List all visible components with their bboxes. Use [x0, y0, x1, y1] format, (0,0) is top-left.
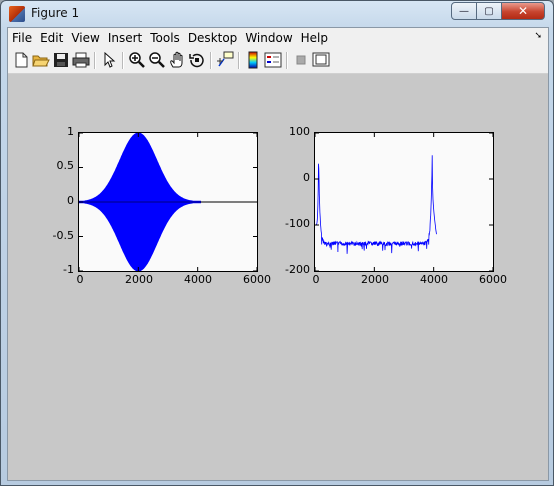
subplot-1-ytick: -0.5 [52, 229, 74, 242]
subplot-2-xtick: 4000 [420, 273, 448, 286]
pan-hand-icon[interactable] [168, 51, 186, 69]
menu-dock-arrow-icon[interactable]: ➘ [534, 31, 542, 41]
close-icon: ✕ [517, 4, 529, 18]
subplot-1-xtick: 2000 [125, 273, 153, 286]
subplot-1-ytick: 0 [67, 194, 74, 207]
toolbar-separator [238, 52, 240, 69]
subplot-2-ytick: 0 [303, 171, 310, 184]
zoom-out-icon[interactable] [148, 51, 166, 69]
spectrum-line [315, 155, 437, 254]
subplot-1-ytick: 1 [67, 125, 74, 138]
minimize-icon: — [459, 5, 469, 17]
menu-edit[interactable]: Edit [36, 28, 67, 48]
toolbar-separator [210, 52, 212, 69]
menu-tools[interactable]: Tools [146, 28, 184, 48]
subplot-1-axes[interactable] [78, 132, 258, 272]
menu-bar: File Edit View Insert Tools Desktop Wind… [8, 28, 548, 48]
subplot-2-ytick: -100 [285, 217, 310, 230]
figure-canvas[interactable]: 1 0.5 0 -0.5 -1 0 2000 4000 6000 100 0 -… [8, 74, 548, 480]
window-title: Figure 1 [31, 6, 80, 20]
figure-toolbar [8, 48, 548, 74]
new-figure-icon[interactable] [12, 51, 30, 69]
subplot-2-xtick: 2000 [361, 273, 389, 286]
close-button[interactable]: ✕ [501, 2, 545, 20]
toolbar-separator [122, 52, 124, 69]
legend-icon[interactable] [264, 51, 282, 69]
menu-help[interactable]: Help [297, 28, 332, 48]
toolbar-separator [94, 52, 96, 69]
save-icon[interactable] [52, 51, 70, 69]
subplot-2-axes[interactable] [314, 132, 494, 272]
figure-client-area: File Edit View Insert Tools Desktop Wind… [7, 27, 549, 481]
show-plot-tools-icon[interactable] [312, 51, 330, 69]
menu-window[interactable]: Window [241, 28, 296, 48]
pointer-icon[interactable] [100, 51, 118, 69]
maximize-button[interactable]: ▢ [476, 2, 502, 20]
subplot-1-plot [79, 133, 257, 271]
hide-plot-tools-icon[interactable] [292, 51, 310, 69]
toolbar-separator [286, 52, 288, 69]
menu-insert[interactable]: Insert [104, 28, 146, 48]
print-icon[interactable] [72, 51, 90, 69]
data-cursor-icon[interactable] [216, 51, 234, 69]
subplot-2-plot [315, 133, 493, 271]
menu-file[interactable]: File [8, 28, 36, 48]
zoom-in-icon[interactable] [128, 51, 146, 69]
matlab-icon [9, 6, 25, 22]
rotate-3d-icon[interactable] [188, 51, 206, 69]
subplot-1-xtick: 4000 [184, 273, 212, 286]
maximize-icon: ▢ [484, 5, 494, 17]
subplot-2-xtick: 6000 [479, 273, 507, 286]
menu-desktop[interactable]: Desktop [184, 28, 242, 48]
subplot-1-ytick: 0.5 [56, 159, 75, 172]
subplot-2-xtick: 0 [312, 273, 320, 286]
menu-view[interactable]: View [67, 28, 103, 48]
title-bar[interactable]: Figure 1 — ▢ ✕ [1, 1, 553, 27]
figure-window: Figure 1 — ▢ ✕ File Edit View Insert Too… [0, 0, 554, 486]
minimize-button[interactable]: — [451, 2, 477, 20]
subplot-1-xtick: 6000 [243, 273, 271, 286]
subplot-1-xtick: 0 [76, 273, 84, 286]
open-file-icon[interactable] [32, 51, 50, 69]
colorbar-icon[interactable] [244, 51, 262, 69]
subplot-2-ytick: 100 [289, 125, 310, 138]
